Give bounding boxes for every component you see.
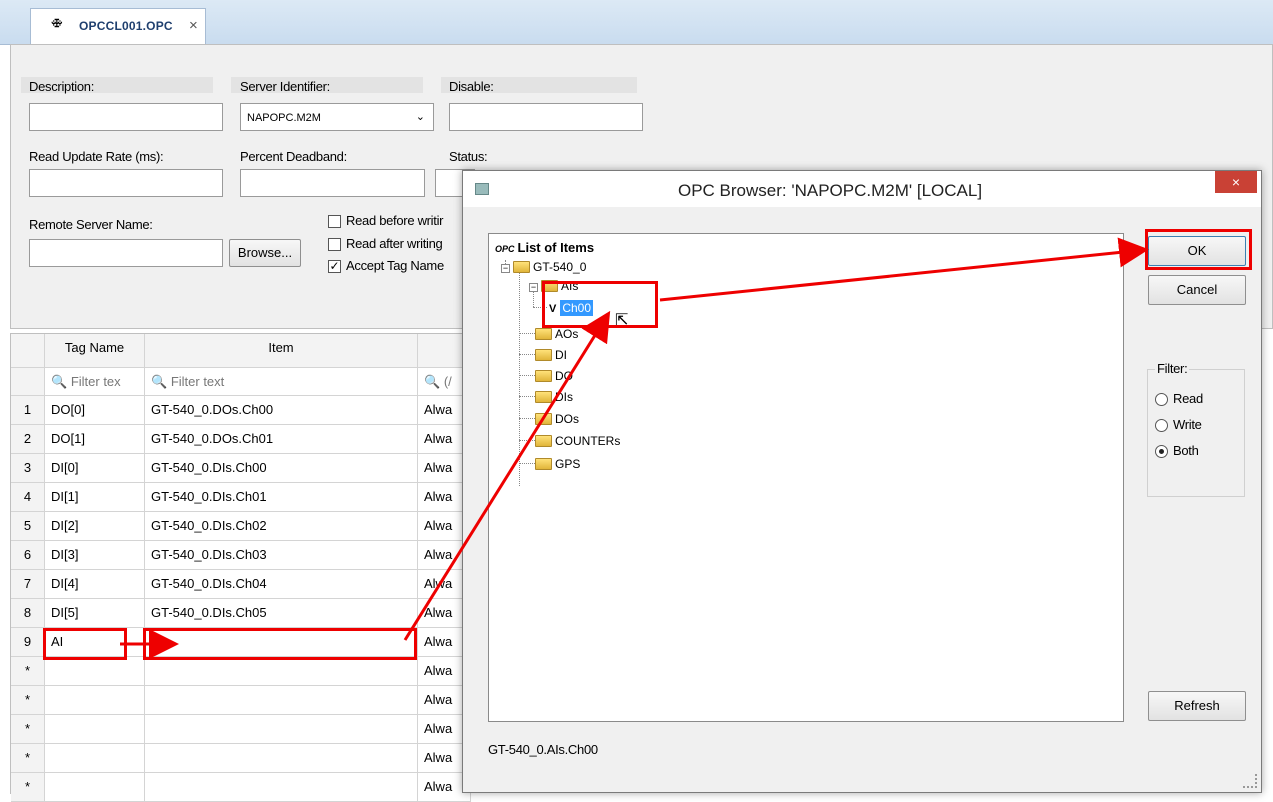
annotation-arrows xyxy=(120,237,1149,659)
arrow-ch00-to-ok xyxy=(659,237,1149,302)
arrow-item-to-ch00 xyxy=(403,310,611,641)
